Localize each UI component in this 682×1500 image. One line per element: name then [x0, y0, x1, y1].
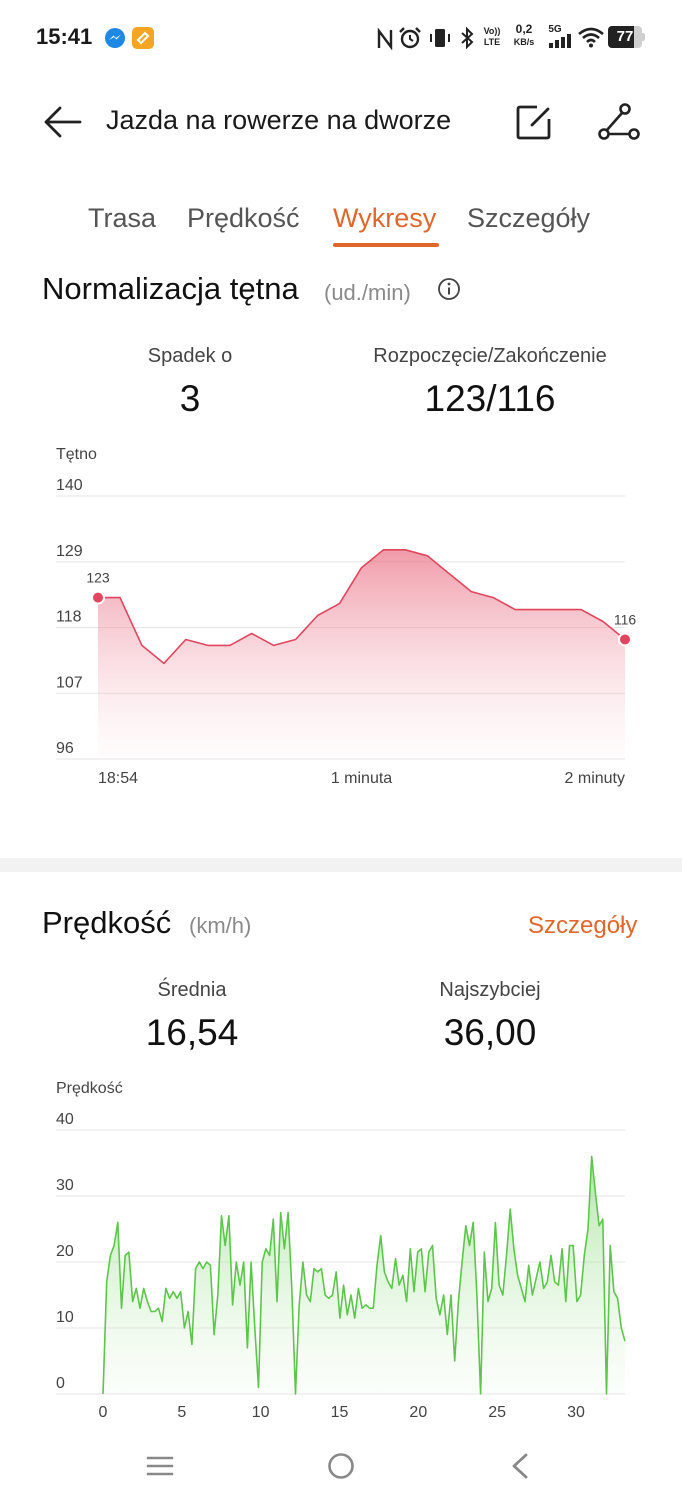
- speed-y-tick: 40: [56, 1111, 74, 1128]
- avg-speed-label: Średnia: [157, 979, 227, 1001]
- speed-x-tick: 25: [488, 1404, 506, 1421]
- speed-x-tick: 30: [567, 1404, 585, 1421]
- active-tab-indicator: [333, 243, 439, 247]
- heart-x-tick: 1 minuta: [331, 770, 392, 787]
- heart-drop-label: Spadek o: [147, 345, 233, 367]
- battery-icon: 77: [608, 26, 646, 48]
- heart-start-point: [91, 590, 105, 605]
- messenger-icon: [105, 28, 125, 48]
- speed-details-link[interactable]: Szczegóły: [528, 912, 637, 940]
- speed-x-tick: 0: [99, 1404, 108, 1421]
- edit-icon[interactable]: [515, 103, 555, 141]
- heart-y-axis-label: Tętno: [56, 446, 97, 463]
- speed-x-tick: 15: [331, 1404, 349, 1421]
- menu-nav-icon[interactable]: [146, 1454, 174, 1478]
- speed-unit: (km/h): [189, 913, 252, 938]
- heart-rate-chart: 140 129 118 107 96 123 116 18:54 1 minuta 2 minut…: [56, 477, 637, 787]
- signal-icon: [549, 34, 571, 48]
- heart-end-label: 116: [614, 611, 637, 627]
- app-notification-icon: [132, 27, 154, 49]
- net-speed-value: 0,2: [515, 22, 533, 36]
- status-time: 15:41: [36, 24, 93, 49]
- speed-x-tick: 20: [409, 1404, 427, 1421]
- heart-y-tick: 140: [56, 477, 83, 494]
- bluetooth-icon: [461, 27, 474, 49]
- volte-indicator: Vo)) LTE: [483, 26, 501, 47]
- heart-end-point: [618, 632, 632, 647]
- heart-y-tick: 129: [56, 543, 83, 560]
- wifi-icon: [578, 27, 604, 48]
- share-route-icon[interactable]: [598, 102, 640, 142]
- speed-chart: 40 30 20 10 0 0 5 10 15 20 25 30: [56, 1111, 626, 1421]
- tab-charts[interactable]: Wykresy: [333, 203, 436, 234]
- heart-start-end-value: 123/116: [424, 378, 556, 419]
- tab-details[interactable]: Szczegóły: [467, 203, 590, 234]
- max-speed-value: 36,00: [443, 1012, 537, 1053]
- heart-y-tick: 118: [56, 609, 82, 626]
- heart-area-fill: [98, 549, 625, 759]
- speed-y-tick: 30: [56, 1177, 74, 1194]
- speed-x-tick: 5: [177, 1404, 186, 1421]
- speed-area-fill: [103, 1156, 625, 1394]
- heart-section-title: Normalizacja tętna: [42, 271, 299, 306]
- tab-speed[interactable]: Prędkość: [187, 203, 300, 234]
- speed-x-tick: 10: [252, 1404, 270, 1421]
- vibrate-icon: [430, 29, 450, 47]
- tab-route[interactable]: Trasa: [88, 203, 156, 234]
- back-nav-icon[interactable]: [508, 1452, 532, 1480]
- max-speed-label: Najszybciej: [439, 979, 541, 1001]
- speed-y-axis-label: Prędkość: [56, 1080, 123, 1097]
- net-speed-unit: KB/s: [513, 37, 535, 47]
- heart-drop-value: 3: [179, 378, 201, 419]
- heart-x-tick: 2 minuty: [565, 770, 625, 787]
- heart-y-tick: 96: [56, 740, 74, 757]
- heart-y-tick: 107: [56, 674, 83, 691]
- alarm-icon: [399, 27, 421, 49]
- speed-section-title: Prędkość: [42, 905, 172, 940]
- heart-unit: (ud./min): [324, 280, 411, 305]
- home-nav-icon[interactable]: [326, 1451, 356, 1481]
- heart-start-label: 123: [86, 570, 110, 586]
- section-divider: [0, 858, 682, 872]
- heart-x-tick: 18:54: [98, 770, 138, 787]
- heart-start-end-label: Rozpoczęcie/Zakończenie: [373, 345, 607, 367]
- avg-speed-value: 16,54: [145, 1012, 239, 1053]
- battery-level: 77: [616, 28, 634, 45]
- speed-y-tick: 20: [56, 1243, 74, 1260]
- speed-y-tick: 0: [56, 1375, 65, 1392]
- nfc-icon: [377, 28, 393, 50]
- info-icon[interactable]: [437, 277, 461, 301]
- back-arrow-icon[interactable]: [42, 104, 82, 140]
- page-title: Jazda na rowerze na dworze: [106, 105, 452, 135]
- speed-y-tick: 10: [56, 1309, 74, 1326]
